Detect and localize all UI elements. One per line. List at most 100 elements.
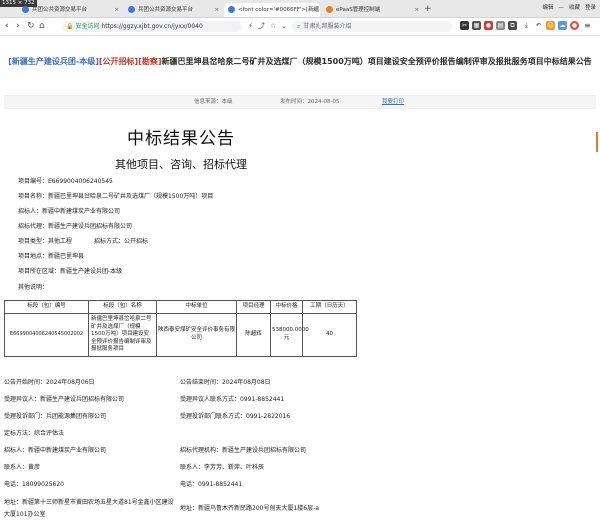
- field-region: 项目所在区域：新疆生产建设兵团-本级: [18, 268, 123, 275]
- field-tender-method: 招标方式：公开招标: [94, 238, 149, 245]
- footer-tenderer: 招标人：新疆中新建煤炭产业有限公司: [4, 447, 107, 454]
- search-placeholder: 甘肃扎邦服装介绍: [303, 23, 352, 30]
- result-table: 标段（包）编号 标段（包）名称 中标单位 项目经理 中标价格 工期（日历天） E…: [4, 300, 357, 357]
- menu-icon[interactable]: ≡: [584, 20, 591, 32]
- field-location: 项目地点：新疆巴里坤县: [18, 253, 85, 260]
- field-project-name: 项目名称：新疆巴里坤县岔哈泉二号矿井及选煤厂（规模1500万吨）项目: [18, 193, 214, 200]
- meta-date: 发布时间：2024-08-05: [280, 99, 340, 105]
- col-header-manager: 项目经理: [236, 300, 271, 314]
- scrollbar-thumb[interactable]: [596, 132, 598, 152]
- address: 地址：新疆第十三师新星市黄田农场五星大道81号金鑫小区建设大厦101办公室: [4, 499, 174, 518]
- tab-label: ePaaS管理控制端: [336, 7, 381, 13]
- agent-address: 地址：新疆乌鲁木齐新民路200号创天大厦1楼6层-a: [180, 505, 319, 512]
- favorite-button[interactable]: 收藏: [569, 5, 580, 11]
- user-icon[interactable]: ☺: [546, 21, 555, 30]
- col-header-code: 标段（包）编号: [4, 300, 89, 314]
- meta-source: 信息来源：本级: [194, 99, 233, 105]
- complaint-contact: 受理投诉部门联系方式：0991-2822016: [180, 413, 291, 420]
- extensions-icon[interactable]: ⧉: [508, 21, 517, 30]
- cell-code: E6699004006240545002002: [4, 313, 89, 357]
- security-label: 安全访问: [75, 23, 100, 30]
- field-project-no: 项目编号：E6699004006240545: [18, 178, 113, 185]
- share-icon[interactable]: ⤴: [258, 20, 265, 32]
- cell-name: 新疆巴里坤县岔哈泉二号矿井及选煤厂（规模1500万吨）项目建设安全预评价报告编制…: [88, 313, 157, 357]
- tab-1[interactable]: 兵团公共资源交易平台 ×: [18, 3, 122, 17]
- meta-bar: 信息来源：本级 发布时间：2024-08-05 我要打印: [4, 95, 596, 109]
- close-tab-icon[interactable]: ×: [312, 3, 317, 17]
- col-header-name: 标段（包）名称: [88, 300, 157, 314]
- tab-label: <font color='#0066FF'>[新疆: [238, 7, 320, 13]
- cloud-icon[interactable]: ☁: [558, 21, 567, 30]
- undo-icon[interactable]: ↶: [534, 21, 543, 30]
- agent-phone: 电话：0991-8852441: [180, 481, 243, 488]
- headline-method-tag[interactable]: [公开招标]: [99, 57, 138, 66]
- table-header-row: 标段（包）编号 标段（包）名称 中标单位 项目经理 中标价格 工期（日历天）: [4, 300, 357, 314]
- close-tab-icon[interactable]: ×: [214, 3, 219, 17]
- headline-type-tag[interactable]: [勘察]: [138, 57, 161, 66]
- extension-red-icon[interactable]: ●: [484, 21, 493, 30]
- col-header-price: 中标价格: [270, 300, 303, 314]
- objection-contact: 受理异议人联系方式：0991-8852441: [180, 396, 285, 403]
- field-tenderer: 招标人：新疆中新建煤炭产业有限公司: [18, 208, 121, 215]
- cell-duration: 40: [302, 313, 357, 357]
- cell-manager: 陈超辉: [236, 313, 271, 357]
- browser-logo-icon[interactable]: ●: [570, 21, 579, 30]
- search-box[interactable]: ⌕ 甘肃扎邦服装介绍: [292, 21, 452, 32]
- reading-mode-icon[interactable]: ▤: [496, 21, 505, 30]
- phone: 电话：18099025620: [4, 481, 64, 488]
- reload-icon[interactable]: ↻: [27, 20, 35, 32]
- bolt-icon[interactable]: ⚡: [248, 20, 253, 32]
- tab-label: 兵团公共资源交易平台: [32, 7, 88, 13]
- table-row: E6699004006240545002002 新疆巴里坤县岔哈泉二号矿井及选煤…: [4, 313, 357, 357]
- close-tab-icon[interactable]: ×: [414, 3, 419, 17]
- address-bar[interactable]: 🔒 安全访问 https://ggzy.xjbt.gov.cn/jyxx/0040: [62, 21, 242, 32]
- browser-toolbar: ‹ › ↻ ⌂ 🔒 安全访问 https://ggzy.xjbt.gov.cn/j…: [0, 18, 600, 36]
- chevron-down-icon[interactable]: ⌄: [281, 20, 287, 32]
- field-agent: 招标代理：新疆生产建设兵团招标有限公司: [18, 223, 133, 230]
- new-tab-button[interactable]: +: [424, 3, 432, 15]
- contact-person: 联系人：黄彦: [4, 464, 41, 471]
- field-remarks: 其他说明：: [18, 284, 49, 291]
- window-controls: 编辑 — 收藏 登录: [537, 2, 596, 14]
- objection-person: 受理异议人：新疆生产建设兵团招标有限公司: [4, 396, 125, 403]
- bid-method: 定标方法：综合评估法: [4, 430, 65, 437]
- edit-button[interactable]: 编辑: [542, 5, 553, 11]
- minimize-icon[interactable]: —: [558, 5, 564, 11]
- cell-price: 538000.0000元: [270, 313, 309, 357]
- announce-end: 公告结束时间：2024年08月08日: [180, 379, 271, 386]
- field-project-type: 项目类型：其他工程: [18, 238, 73, 245]
- scissors-icon[interactable]: ✂: [460, 21, 469, 30]
- tab-4[interactable]: ePaaS管理控制端 ×: [322, 3, 422, 17]
- site-favicon-icon: [228, 6, 235, 13]
- headline-text: 新疆巴里坤县岔哈泉二号矿井及选煤厂（规模1500万吨）项目建设安全预评价报告编制…: [161, 57, 592, 66]
- footer-agent: 招标代理机构：新疆生产建设兵团招标有限公司: [180, 447, 307, 454]
- complaint-dept: 受理投诉部门：兵团能源集团有限公司: [4, 413, 107, 420]
- site-favicon-icon: [128, 6, 135, 13]
- page-content: [新疆生产建设兵团-本级][公开招标][勘察]新疆巴里坤县岔哈泉二号矿井及选煤厂…: [0, 36, 600, 526]
- page-title: 中标结果公告: [127, 129, 235, 149]
- page-subtitle: 其他项目、咨询、招标代理: [115, 158, 247, 171]
- cell-winner: 陕西泰安煤矿安全评价事务有限公司: [156, 313, 237, 357]
- url-text: https://ggzy.xjbt.gov.cn/jyxx/0040: [101, 23, 203, 30]
- print-link[interactable]: 我要打印: [382, 96, 404, 108]
- site-favicon-icon: [22, 6, 29, 13]
- back-icon[interactable]: ‹: [5, 20, 9, 32]
- col-header-winner: 中标单位: [156, 300, 237, 314]
- forward-icon[interactable]: ›: [16, 20, 20, 32]
- tab-3-active[interactable]: <font color='#0066FF'>[新疆 ×: [224, 3, 320, 17]
- home-icon[interactable]: ⌂: [39, 20, 45, 32]
- announce-start: 公告开始时间：2024年08月06日: [4, 379, 95, 386]
- lock-icon: 🔒: [66, 23, 74, 30]
- article-headline: [新疆生产建设兵团-本级][公开招标][勘察]新疆巴里坤县岔哈泉二号矿井及选煤厂…: [4, 56, 596, 68]
- tab-label: 兵团公共资源交易平台: [138, 7, 194, 13]
- login-button[interactable]: 登录: [585, 5, 596, 11]
- close-tab-icon[interactable]: ×: [114, 3, 119, 17]
- col-header-duration: 工期（日历天）: [302, 300, 357, 314]
- star-icon[interactable]: ☆: [270, 20, 276, 32]
- headline-region-tag[interactable]: [新疆生产建设兵团-本级]: [8, 57, 99, 66]
- grid-icon[interactable]: ▦: [472, 21, 481, 30]
- download-icon[interactable]: ⤓: [522, 21, 531, 30]
- tab-2[interactable]: 兵团公共资源交易平台 ×: [124, 3, 222, 17]
- site-favicon-icon: [326, 6, 333, 13]
- search-icon: ⌕: [297, 23, 301, 30]
